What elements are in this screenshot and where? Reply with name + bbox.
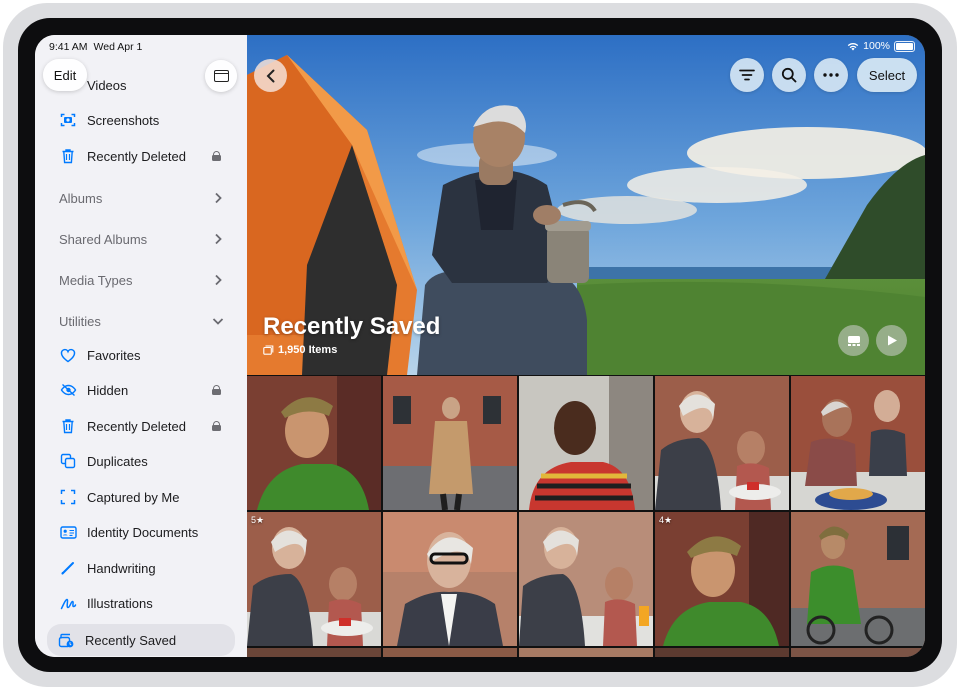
chevron-right-icon (211, 232, 225, 246)
battery-percent: 100% (863, 40, 890, 52)
photo-thumbnail[interactable] (247, 648, 381, 657)
select-button[interactable]: Select (857, 58, 917, 92)
play-button[interactable] (876, 325, 907, 356)
sidebar-item-label: Duplicates (87, 453, 148, 469)
item-count-label: 1,950 Items (278, 344, 338, 356)
sidebar-item-label: Handwriting (87, 560, 156, 576)
photo-thumbnail[interactable] (383, 648, 517, 657)
wifi-icon (847, 42, 859, 50)
chevron-right-icon (211, 191, 225, 205)
battery-icon (894, 40, 915, 52)
duplicates-icon (57, 450, 79, 472)
status-time: 9:41 AM (49, 41, 88, 53)
filter-button[interactable] (730, 58, 764, 92)
sidebar-item-recently-saved[interactable]: Recently Saved (47, 624, 235, 656)
section-shared-albums[interactable]: Shared Albums (49, 225, 235, 253)
photo-thumbnail[interactable] (655, 648, 789, 657)
sidebar-item-label: Screenshots (87, 112, 160, 128)
lock-icon (212, 151, 221, 161)
ellipsis-icon (823, 73, 839, 77)
back-button[interactable] (254, 59, 287, 92)
sidebar-item-label: Videos (87, 77, 127, 93)
sidebar-item-label: Illustrations (87, 595, 153, 611)
sidebar: Edit Videos Screenshots Recently Deleted… (35, 35, 248, 657)
rating-badge: 4★ (659, 515, 673, 525)
status-bar-right: 100% (847, 40, 915, 52)
status-bar-time: 9:41 AM Wed Apr 1 (49, 41, 148, 53)
memory-button[interactable] (838, 325, 869, 356)
rating-badge: 5★ (251, 515, 265, 525)
sidebar-item-captured-by-me[interactable]: Captured by Me (49, 483, 235, 511)
trash-icon (57, 145, 79, 167)
sidebar-item-recently-deleted[interactable]: Recently Deleted (49, 412, 235, 440)
chevron-down-icon (211, 314, 225, 328)
photo-thumbnail[interactable] (519, 648, 653, 657)
photo-thumbnail[interactable] (383, 376, 517, 510)
lock-icon (212, 385, 221, 395)
section-label: Media Types (59, 272, 133, 288)
photo-thumbnail[interactable]: 4★ (655, 512, 789, 646)
section-label: Shared Albums (59, 231, 148, 247)
sidebar-item-recently-deleted-top[interactable]: Recently Deleted (49, 142, 235, 170)
photo-thumbnail[interactable]: 5★ (247, 512, 381, 646)
memories-icon (847, 335, 860, 346)
section-media-types[interactable]: Media Types (49, 266, 235, 294)
sidebar-item-handwriting[interactable]: Handwriting (49, 554, 235, 582)
sidebar-item-label: Recently Deleted (87, 148, 186, 164)
sidebar-item-duplicates[interactable]: Duplicates (49, 447, 235, 475)
main-content: Select Recently Saved 1,950 Items 5★ 4★ (247, 35, 925, 657)
album-title: Recently Saved (263, 313, 441, 340)
section-utilities[interactable]: Utilities (49, 307, 235, 335)
sidebar-item-identity-documents[interactable]: Identity Documents (49, 518, 235, 546)
sidebar-item-label: Recently Saved (85, 632, 177, 648)
photos-app-screen: 9:41 AM Wed Apr 1 100% Edit Videos Screen… (35, 35, 925, 657)
photo-thumbnail[interactable] (791, 512, 925, 646)
pen-icon (57, 557, 79, 579)
photo-thumbnail[interactable] (791, 376, 925, 510)
heart-icon (57, 344, 79, 366)
play-icon (887, 335, 897, 346)
filter-icon (739, 69, 755, 81)
status-date: Wed Apr 1 (93, 41, 143, 53)
screenshot-icon (57, 109, 79, 131)
recently-saved-icon (55, 629, 77, 651)
sidebar-item-favorites[interactable]: Favorites (49, 341, 235, 369)
search-icon (781, 67, 797, 83)
chevron-right-icon (211, 273, 225, 287)
lock-icon (212, 421, 221, 431)
sidebar-item-hidden[interactable]: Hidden (49, 376, 235, 404)
section-label: Utilities (59, 313, 101, 329)
photo-thumbnail[interactable] (655, 376, 789, 510)
id-card-icon (57, 521, 79, 543)
photo-thumbnail[interactable] (519, 376, 653, 510)
photo-thumbnail[interactable] (519, 512, 653, 646)
section-label: Albums (59, 190, 103, 206)
photo-thumbnail[interactable] (247, 376, 381, 510)
sidebar-item-label: Hidden (87, 382, 129, 398)
section-albums[interactable]: Albums (49, 184, 235, 212)
scribble-icon (57, 592, 79, 614)
eye-slash-icon (57, 379, 79, 401)
sidebar-item-label: Recently Deleted (87, 418, 186, 434)
sidebar-item-screenshots[interactable]: Screenshots (49, 106, 235, 134)
album-item-count: 1,950 Items (263, 344, 337, 356)
photo-thumbnail[interactable] (383, 512, 517, 646)
photo-grid: 5★ 4★ (247, 376, 925, 657)
sidebar-item-videos[interactable]: Videos (49, 71, 235, 99)
sidebar-item-label: Identity Documents (87, 524, 199, 540)
photo-stack-icon (263, 345, 274, 355)
sidebar-item-illustrations[interactable]: Illustrations (49, 589, 235, 617)
sidebar-item-label: Favorites (87, 347, 141, 363)
viewfinder-icon (57, 486, 79, 508)
photo-thumbnail[interactable] (791, 648, 925, 657)
search-button[interactable] (772, 58, 806, 92)
more-button[interactable] (814, 58, 848, 92)
trash-icon (57, 415, 79, 437)
sidebar-item-label: Captured by Me (87, 489, 180, 505)
hero-photo[interactable]: Select Recently Saved 1,950 Items (247, 35, 925, 375)
video-icon (57, 74, 79, 96)
chevron-left-icon (266, 69, 274, 82)
